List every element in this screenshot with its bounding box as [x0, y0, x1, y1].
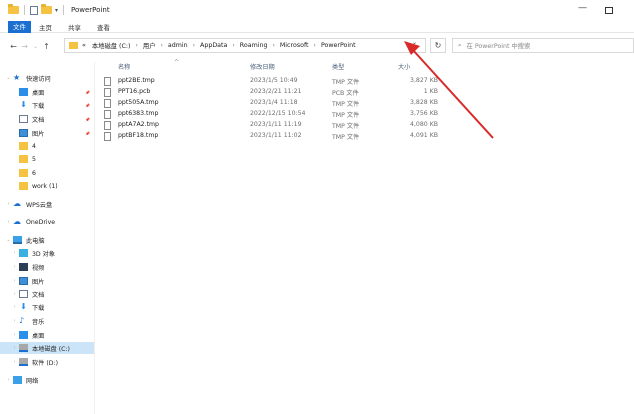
- annotation-arrow-head: [404, 41, 420, 55]
- annotation-arrow: [404, 41, 494, 139]
- annotation-arrow-line: [411, 48, 494, 139]
